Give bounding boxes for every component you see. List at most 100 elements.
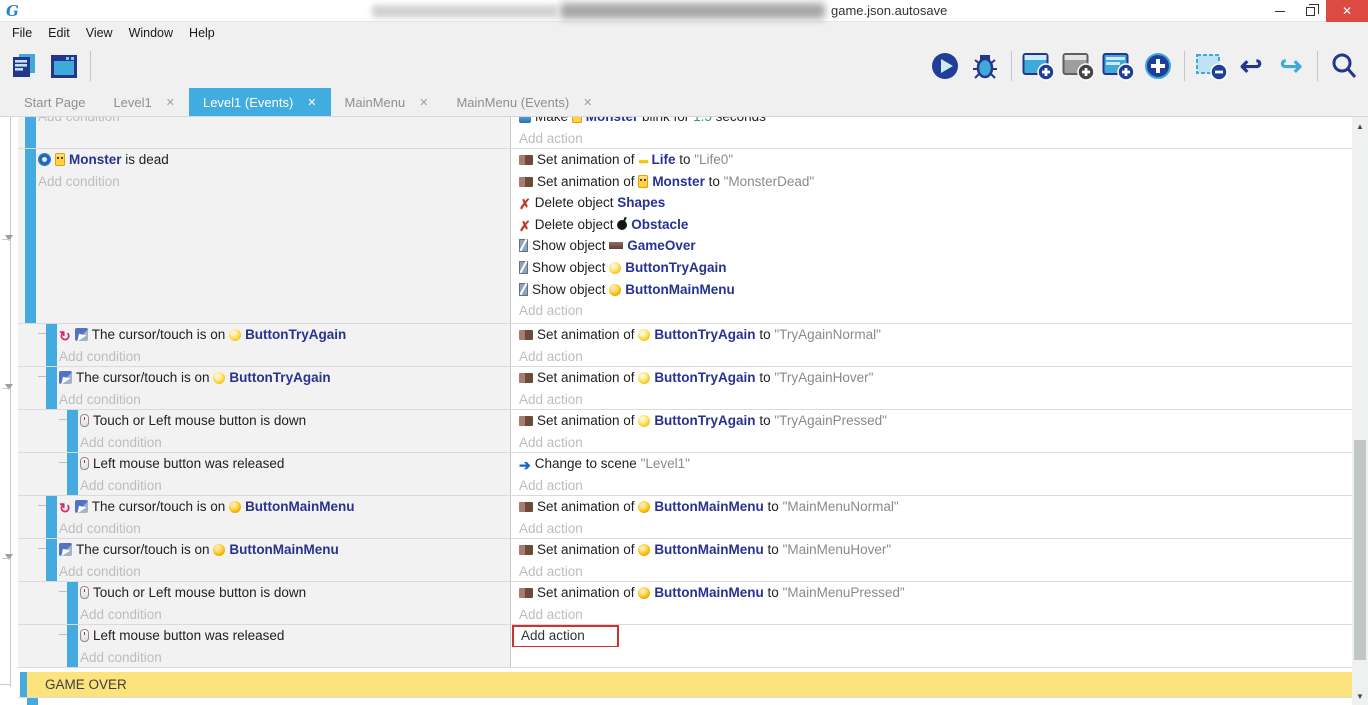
condition-line[interactable]: The cursor/touch is on ButtonTryAgain [59, 324, 510, 346]
condition-line[interactable]: Left mouse button was released [80, 625, 510, 647]
action-line[interactable]: Set animation of ButtonTryAgain to "TryA… [511, 410, 1352, 432]
actions-cell[interactable]: Add action [511, 625, 1352, 667]
project-manager-button[interactable] [6, 49, 42, 83]
tab-close-icon[interactable]: ✕ [166, 96, 175, 109]
action-line[interactable]: Show object ButtonMainMenu [511, 279, 1352, 301]
add-action-link[interactable]: Add action [511, 300, 1352, 322]
add-external-layout-button[interactable] [1100, 49, 1136, 83]
conditions-cell[interactable]: Touch or Left mouse button is downAdd co… [18, 582, 511, 624]
action-line[interactable]: Set animation of Life to "Life0" [511, 149, 1352, 171]
scroll-down-icon[interactable]: ▼ [1352, 689, 1368, 703]
minimize-button[interactable] [1264, 0, 1295, 22]
tree-collapse-icon[interactable] [5, 235, 13, 241]
action-line[interactable]: Delete object Shapes [511, 192, 1352, 214]
actions-cell[interactable]: Make Monster blink for 1.5 secondsAdd ac… [511, 117, 1352, 148]
event-grip[interactable] [25, 117, 36, 148]
conditions-cell[interactable]: The cursor/touch is on ButtonMainMenuAdd… [18, 539, 511, 581]
close-button[interactable]: ✕ [1326, 0, 1368, 22]
tab-close-icon[interactable]: ✕ [419, 96, 428, 109]
remove-image-button[interactable] [1193, 49, 1229, 83]
conditions-cell[interactable]: Add condition [18, 117, 511, 148]
action-line[interactable]: Show object GameOver [511, 235, 1352, 257]
action-line[interactable]: Make Monster blink for 1.5 seconds [511, 117, 1352, 128]
tab-start-page[interactable]: Start Page [10, 88, 99, 116]
add-condition-link[interactable]: Add condition [80, 647, 510, 667]
condition-line[interactable]: Left mouse button was released [80, 453, 510, 475]
debug-button[interactable] [967, 49, 1003, 83]
menu-file[interactable]: File [4, 24, 40, 42]
action-line[interactable]: Delete object Obstacle [511, 214, 1352, 236]
event-grip[interactable] [27, 698, 38, 705]
add-action-link[interactable]: Add action [511, 518, 1352, 538]
play-button[interactable] [927, 49, 963, 83]
menu-help[interactable]: Help [181, 24, 223, 42]
add-condition-link[interactable]: Add condition [38, 117, 510, 128]
menu-edit[interactable]: Edit [40, 24, 78, 42]
add-action-link[interactable]: Add action [511, 389, 1352, 409]
open-window-button[interactable] [46, 49, 82, 83]
event-grip[interactable] [25, 149, 36, 323]
event-grip[interactable] [67, 582, 78, 624]
event-grip[interactable] [67, 453, 78, 495]
tree-collapse-icon[interactable] [5, 384, 13, 390]
add-condition-link[interactable]: Add condition [38, 171, 510, 193]
conditions-cell[interactable]: Left mouse button was releasedAdd condit… [18, 453, 511, 495]
action-line[interactable]: Show object ButtonTryAgain [511, 257, 1352, 279]
condition-line[interactable]: The cursor/touch is on ButtonMainMenu [59, 496, 510, 518]
tab-level1-events[interactable]: Level1 (Events)✕ [189, 88, 331, 116]
conditions-cell[interactable]: The cursor/touch is on ButtonMainMenuAdd… [18, 496, 511, 538]
add-condition-link[interactable]: Add condition [80, 604, 510, 624]
action-line[interactable]: Set animation of ButtonTryAgain to "TryA… [511, 367, 1352, 389]
action-line[interactable]: Set animation of ButtonMainMenu to "Main… [511, 539, 1352, 561]
tab-close-icon[interactable]: ✕ [583, 96, 592, 109]
redo-button[interactable]: ↪ [1273, 49, 1309, 83]
tab-close-icon[interactable]: ✕ [307, 96, 316, 109]
condition-line[interactable]: Monster is dead [38, 149, 510, 171]
event-grip[interactable] [46, 324, 57, 366]
add-action-link[interactable]: Add action [511, 604, 1352, 624]
event-grip[interactable] [20, 672, 27, 697]
actions-cell[interactable]: Set animation of ButtonTryAgain to "TryA… [511, 367, 1352, 409]
add-action-link[interactable]: Add action [511, 346, 1352, 366]
maximize-button[interactable] [1295, 0, 1326, 22]
event-grip[interactable] [67, 625, 78, 667]
actions-cell[interactable]: Set animation of ButtonMainMenu to "Main… [511, 539, 1352, 581]
conditions-cell[interactable]: Touch or Left mouse button is downAdd co… [18, 410, 511, 452]
menu-window[interactable]: Window [121, 24, 181, 42]
action-line[interactable]: Set animation of Monster to "MonsterDead… [511, 171, 1352, 193]
vertical-scrollbar[interactable]: ▲ ▼ [1352, 117, 1368, 705]
conditions-cell[interactable]: Monster is deadAdd condition [18, 149, 511, 323]
scrollbar-thumb[interactable] [1354, 440, 1366, 660]
actions-cell[interactable]: Set animation of Life to "Life0"Set anim… [511, 149, 1352, 323]
comment-row[interactable]: GAME OVER [18, 672, 1352, 698]
action-line[interactable]: Change to scene "Level1" [511, 453, 1352, 475]
condition-line[interactable]: Touch or Left mouse button is down [80, 582, 510, 604]
action-line[interactable]: Set animation of ButtonMainMenu to "Main… [511, 582, 1352, 604]
add-object-button[interactable] [1140, 49, 1176, 83]
actions-cell[interactable]: Set animation of ButtonMainMenu to "Main… [511, 582, 1352, 624]
event-grip[interactable] [67, 410, 78, 452]
search-button[interactable] [1326, 49, 1362, 83]
add-action-link[interactable]: Add action [511, 625, 1352, 647]
add-condition-link[interactable]: Add condition [80, 475, 510, 495]
add-scene-button[interactable] [1020, 49, 1056, 83]
condition-line[interactable]: Touch or Left mouse button is down [80, 410, 510, 432]
conditions-cell[interactable]: The cursor/touch is on ButtonTryAgainAdd… [18, 324, 511, 366]
add-action-link[interactable]: Add action [511, 128, 1352, 148]
tab-mainmenu-events[interactable]: MainMenu (Events)✕ [442, 88, 606, 116]
event-grip[interactable] [46, 539, 57, 581]
conditions-cell[interactable]: The cursor/touch is on ButtonTryAgainAdd… [18, 367, 511, 409]
add-external-events-button[interactable] [1060, 49, 1096, 83]
scroll-up-icon[interactable]: ▲ [1352, 119, 1368, 133]
actions-cell[interactable]: Set animation of ButtonTryAgain to "TryA… [511, 410, 1352, 452]
menu-view[interactable]: View [78, 24, 121, 42]
add-condition-link[interactable]: Add condition [59, 561, 510, 581]
add-action-link[interactable]: Add action [511, 432, 1352, 452]
actions-cell[interactable]: Change to scene "Level1"Add action [511, 453, 1352, 495]
tab-level1[interactable]: Level1✕ [99, 88, 189, 116]
add-action-link[interactable]: Add action [511, 475, 1352, 495]
add-condition-link[interactable]: Add condition [59, 518, 510, 538]
comment-text[interactable]: GAME OVER [27, 672, 1352, 697]
event-grip[interactable] [46, 496, 57, 538]
action-line[interactable]: Set animation of ButtonTryAgain to "TryA… [511, 324, 1352, 346]
